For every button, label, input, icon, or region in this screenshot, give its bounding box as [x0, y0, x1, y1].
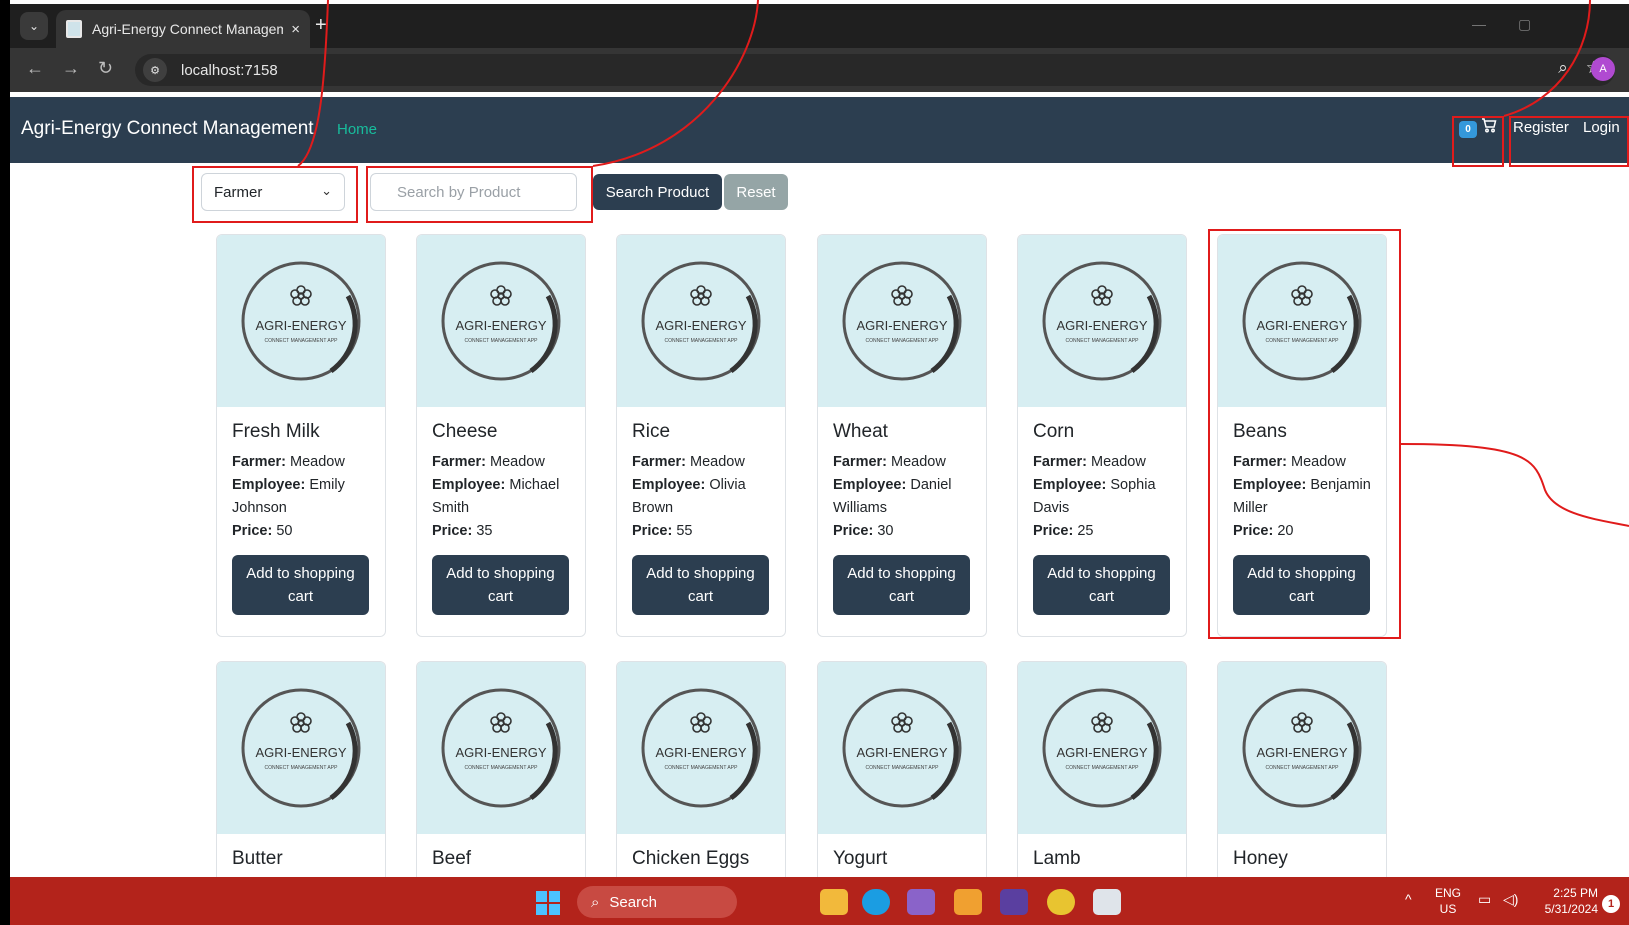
region-code: US — [1439, 902, 1457, 916]
edge-icon[interactable] — [862, 889, 890, 915]
annotation-lines — [297, 0, 1629, 527]
app-icon[interactable] — [954, 889, 982, 915]
visual-studio-icon[interactable] — [907, 889, 935, 915]
search-icon: ⌕ — [591, 893, 600, 911]
network-icon[interactable]: ▭ — [1478, 891, 1491, 907]
volume-icon[interactable]: ◁) — [1503, 891, 1518, 907]
screenshot: ⌄ Agri-Energy Connect Managem × + — ▢ ← … — [0, 0, 1629, 925]
file-explorer-icon[interactable] — [820, 889, 848, 915]
notification-badge[interactable]: 1 — [1602, 895, 1620, 913]
clock-time: 2:25 PM — [1553, 886, 1598, 900]
language-code: ENG — [1435, 886, 1462, 900]
clock-date: 5/31/2024 — [1544, 902, 1598, 916]
terminal-icon[interactable] — [1000, 889, 1028, 915]
clock[interactable]: 2:25 PM 5/31/2024 — [1538, 885, 1598, 917]
taskbar-search[interactable]: ⌕ Search — [577, 886, 737, 918]
language-indicator[interactable]: ENG US — [1435, 885, 1461, 917]
snipping-tool-icon[interactable] — [1093, 889, 1121, 915]
tray-overflow-icon[interactable]: ^ — [1405, 891, 1412, 907]
windows-taskbar: ⌕ Search ^ ENG US ▭ ◁) 2:25 PM 5/31/2024 — [10, 877, 1629, 925]
windows-start-icon[interactable] — [536, 891, 560, 915]
chrome-icon[interactable] — [1047, 889, 1075, 915]
taskbar-search-label: Search — [609, 893, 657, 911]
